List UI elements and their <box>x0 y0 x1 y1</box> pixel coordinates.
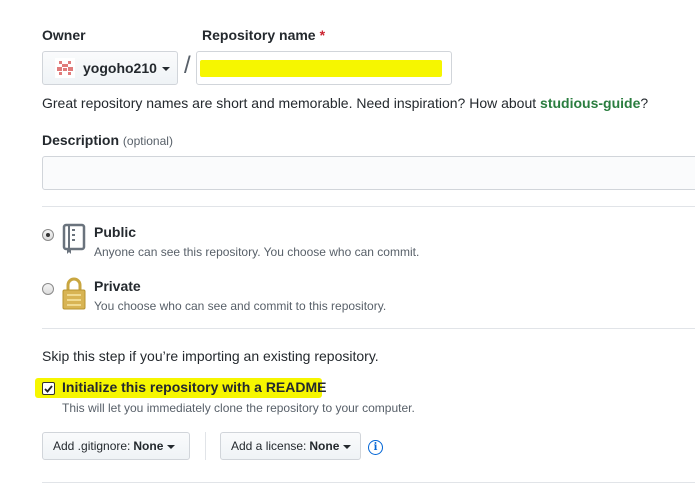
identicon-avatar-icon <box>55 58 75 78</box>
owner-name: yogoho210 <box>83 60 157 76</box>
chevron-down-icon <box>161 67 170 71</box>
owner-select[interactable]: yogoho210 <box>42 51 178 85</box>
required-marker: * <box>319 27 326 43</box>
readme-description: This will let you immediately clone the … <box>62 401 415 415</box>
redaction-highlight <box>200 60 442 77</box>
license-value: None <box>309 439 340 453</box>
divider <box>42 206 695 207</box>
gitignore-label: Add .gitignore: <box>53 439 131 453</box>
private-description: You choose who can see and commit to thi… <box>94 299 387 313</box>
divider <box>42 328 695 329</box>
optional-tag: (optional) <box>122 134 173 148</box>
skip-step-text: Skip this step if you’re importing an ex… <box>42 348 379 364</box>
suggested-name-link[interactable]: studious-guide <box>540 95 640 111</box>
owner-repo-separator: / <box>184 52 191 79</box>
description-input[interactable] <box>42 156 695 190</box>
readme-checkbox[interactable] <box>42 382 55 395</box>
divider <box>205 432 206 460</box>
private-radio[interactable] <box>42 283 54 295</box>
repository-name-hint: Great repository names are short and mem… <box>42 95 649 111</box>
radio-selected-dot <box>46 233 50 237</box>
checkmark-icon <box>44 384 53 393</box>
divider <box>42 482 695 483</box>
info-icon[interactable]: i <box>368 440 383 455</box>
repo-book-icon <box>61 223 87 255</box>
private-title: Private <box>94 278 141 294</box>
add-license-dropdown[interactable]: Add a license: None <box>220 432 361 460</box>
owner-label: Owner <box>42 27 86 43</box>
public-title: Public <box>94 224 137 240</box>
chevron-down-icon <box>343 445 352 449</box>
repository-name-label: Repository name * <box>202 27 326 43</box>
license-label: Add a license: <box>231 439 307 453</box>
gitignore-value: None <box>133 439 164 453</box>
description-label: Description (optional) <box>42 132 173 148</box>
public-description: Anyone can see this repository. You choo… <box>94 245 420 259</box>
lock-icon <box>61 277 87 310</box>
public-radio[interactable] <box>42 229 54 241</box>
add-gitignore-dropdown[interactable]: Add .gitignore: None <box>42 432 190 460</box>
chevron-down-icon <box>167 445 176 449</box>
readme-label[interactable]: Initialize this repository with a README <box>62 379 326 395</box>
